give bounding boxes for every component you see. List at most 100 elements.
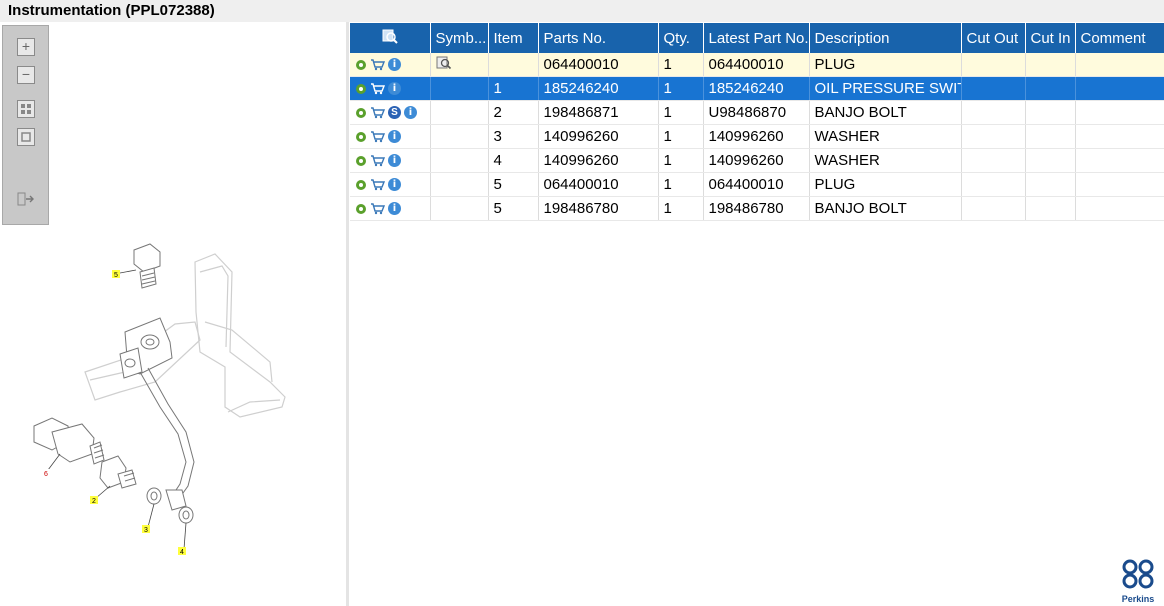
table-row[interactable]: i11852462401185246240OIL PRESSURE SWITCH	[350, 76, 1164, 101]
gear-icon[interactable]	[355, 155, 367, 167]
column-header-parts-no[interactable]: Parts No.	[538, 23, 659, 53]
description-cell: BANJO BOLT	[809, 100, 962, 125]
window-title: Instrumentation (PPL072388)	[0, 0, 1164, 22]
table-row[interactable]: i 5 064400010 1 064400010 PLUG	[350, 172, 1164, 197]
latest-part-no-cell: 185246240	[703, 76, 810, 101]
item-cell	[488, 53, 539, 77]
cart-icon[interactable]	[370, 202, 385, 215]
qty-cell: 1	[658, 148, 704, 173]
gear-icon[interactable]	[355, 83, 367, 95]
callout-4[interactable]: 4	[180, 549, 184, 556]
zoom-in-icon[interactable]: +	[17, 38, 35, 56]
symbol-cell	[430, 76, 489, 101]
table-row[interactable]: Si 2 198486871 1 U98486870 BANJO BOLT	[350, 100, 1164, 125]
qty-cell: 1	[658, 172, 704, 197]
symbol-cell	[430, 148, 489, 173]
fit-all-icon[interactable]	[17, 100, 35, 118]
parts-table: Symb... Item Parts No. Qty. Latest Part …	[350, 23, 1164, 221]
perkins-logo-mark	[1122, 559, 1154, 589]
column-header-comment[interactable]: Comment	[1075, 23, 1164, 53]
parts-no-cell: 064400010	[538, 53, 659, 77]
symbol-cell	[430, 124, 489, 149]
info-icon[interactable]: i	[388, 178, 401, 191]
symbol-cell	[430, 53, 489, 77]
cart-icon[interactable]	[370, 106, 385, 119]
gear-icon[interactable]	[355, 203, 367, 215]
info-icon[interactable]: i	[388, 82, 401, 95]
cut-in-cell	[1025, 172, 1076, 197]
qty-cell: 1	[658, 196, 704, 221]
column-header-item[interactable]: Item	[488, 23, 539, 53]
qty-cell: 1	[658, 53, 704, 77]
perkins-logo-text: Perkins	[1121, 594, 1155, 604]
zoom-out-icon[interactable]: −	[17, 66, 35, 84]
callout-6[interactable]: 6	[44, 471, 48, 478]
info-icon[interactable]: i	[388, 202, 401, 215]
latest-part-no-cell: 198486780	[703, 196, 810, 221]
gear-icon[interactable]	[355, 179, 367, 191]
column-header-latest-part-no[interactable]: Latest Part No.	[703, 23, 810, 53]
cut-in-cell	[1025, 53, 1076, 77]
gear-icon[interactable]	[355, 59, 367, 71]
parts-no-cell: 064400010	[538, 172, 659, 197]
cart-icon[interactable]	[370, 58, 385, 71]
description-cell: WASHER	[809, 148, 962, 173]
item-cell: 2	[488, 100, 539, 125]
info-icon[interactable]: i	[388, 130, 401, 143]
comment-cell	[1075, 124, 1164, 149]
column-header-cut-in[interactable]: Cut In	[1025, 23, 1076, 53]
comment-cell	[1075, 53, 1164, 77]
symbol-cell	[430, 172, 489, 197]
parts-list-pane: Symb... Item Parts No. Qty. Latest Part …	[349, 22, 1164, 606]
cart-icon[interactable]	[370, 154, 385, 167]
row-actions-cell: i	[350, 124, 431, 149]
item-cell: 1	[488, 76, 539, 101]
column-header-cut-out[interactable]: Cut Out	[961, 23, 1026, 53]
info-icon[interactable]: i	[388, 154, 401, 167]
cart-icon[interactable]	[370, 178, 385, 191]
table-row[interactable]: i 3 140996260 1 140996260 WASHER	[350, 124, 1164, 149]
column-header-actions[interactable]	[350, 23, 431, 53]
description-cell: OIL PRESSURE SWITCH	[809, 76, 962, 101]
cut-out-cell	[961, 100, 1026, 125]
gear-icon[interactable]	[355, 131, 367, 143]
latest-part-no-cell: 140996260	[703, 148, 810, 173]
fit-page-icon[interactable]	[17, 128, 35, 146]
table-row[interactable]: i 064400010 1 064400010 PLUG	[350, 53, 1164, 77]
cut-out-cell	[961, 196, 1026, 221]
callout-5[interactable]: 5	[114, 272, 118, 279]
info-icon[interactable]: i	[388, 58, 401, 71]
row-actions-cell: i	[350, 148, 431, 173]
column-header-symbol[interactable]: Symb...	[430, 23, 489, 53]
cut-in-cell	[1025, 100, 1076, 125]
row-actions-cell: i	[350, 53, 431, 77]
column-header-qty[interactable]: Qty.	[658, 23, 704, 53]
supersession-icon[interactable]: S	[388, 106, 401, 119]
comment-cell	[1075, 148, 1164, 173]
qty-cell: 1	[658, 124, 704, 149]
parts-no-cell: 140996260	[538, 148, 659, 173]
description-cell: WASHER	[809, 124, 962, 149]
comment-cell	[1075, 100, 1164, 125]
symbol-cell	[430, 196, 489, 221]
item-cell: 5	[488, 172, 539, 197]
cart-icon[interactable]	[370, 130, 385, 143]
callout-3[interactable]: 3	[144, 527, 148, 534]
table-row[interactable]: i 5 198486780 1 198486780 BANJO BOLT	[350, 196, 1164, 221]
gear-icon[interactable]	[355, 107, 367, 119]
qty-cell: 1	[658, 76, 704, 101]
illustration-pane[interactable]: 5 6 2 3 4 + −	[0, 22, 346, 606]
zoom-symbol-icon[interactable]	[436, 56, 452, 70]
callout-2[interactable]: 2	[92, 498, 96, 505]
export-icon[interactable]	[17, 191, 35, 209]
cart-icon[interactable]	[370, 82, 385, 95]
latest-part-no-cell: 064400010	[703, 53, 810, 77]
column-header-description[interactable]: Description	[809, 23, 962, 53]
qty-cell: 1	[658, 100, 704, 125]
info-icon[interactable]: i	[404, 106, 417, 119]
table-header-row: Symb... Item Parts No. Qty. Latest Part …	[350, 23, 1164, 53]
table-row[interactable]: i 4 140996260 1 140996260 WASHER	[350, 148, 1164, 173]
search-icon[interactable]	[382, 28, 398, 44]
row-actions-cell: Si	[350, 100, 431, 125]
item-cell: 4	[488, 148, 539, 173]
